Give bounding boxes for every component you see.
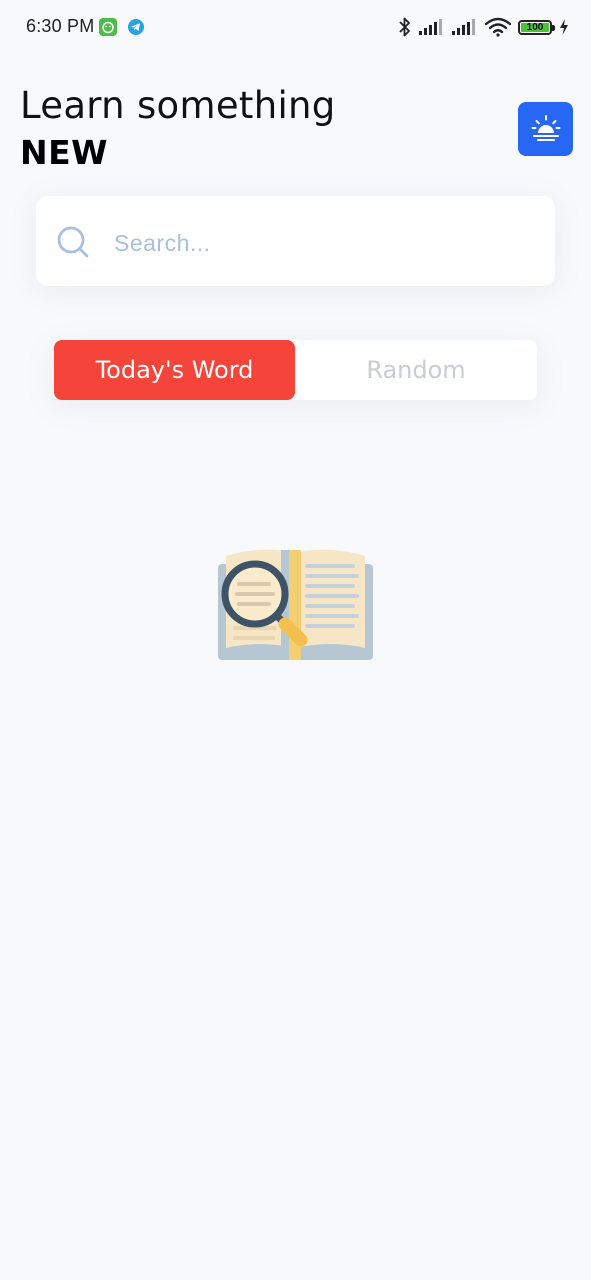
search-icon — [57, 226, 89, 258]
theme-toggle-button[interactable] — [518, 102, 573, 156]
tab-todays-word[interactable]: Today's Word — [54, 340, 295, 400]
tab-random[interactable]: Random — [295, 340, 537, 400]
bluetooth-icon — [399, 17, 410, 37]
search-input[interactable] — [114, 224, 534, 262]
sunrise-icon — [531, 115, 560, 141]
status-bar: 6:30 PM 100 — [0, 0, 591, 54]
signal-icon — [452, 19, 475, 35]
game-notification-icon — [99, 18, 117, 36]
page-title-emphasis: NEW — [20, 133, 109, 172]
status-time: 6:30 PM — [26, 16, 95, 36]
open-book-magnifier-icon — [218, 549, 373, 660]
telegram-icon — [128, 19, 144, 35]
page-title: Learn something — [20, 84, 336, 127]
word-mode-tabs: Today's Word Random — [54, 340, 537, 400]
status-icons: 100 — [398, 15, 569, 39]
battery-icon: 100 — [518, 19, 555, 35]
battery-level: 100 — [526, 21, 544, 33]
wifi-icon — [485, 17, 511, 37]
signal-icon — [419, 19, 442, 35]
charging-icon — [560, 19, 568, 35]
